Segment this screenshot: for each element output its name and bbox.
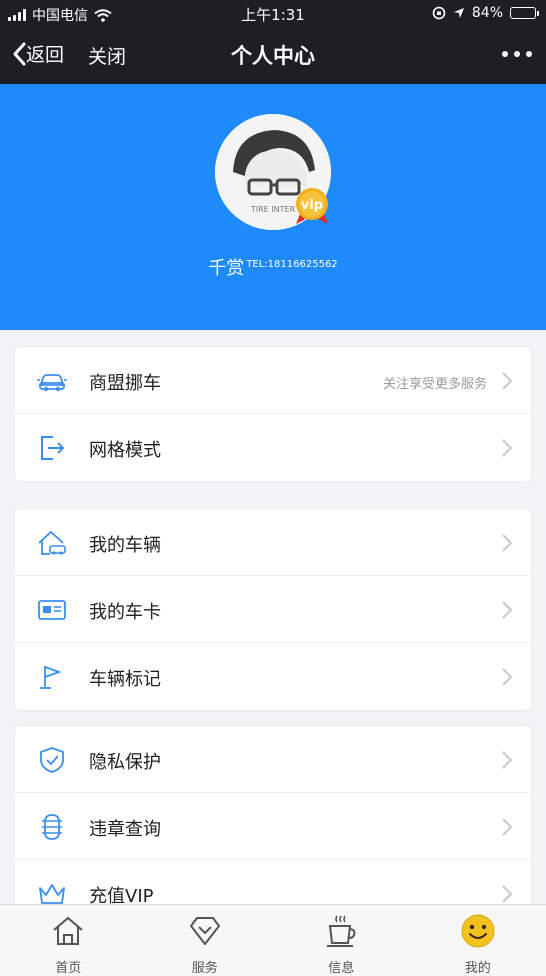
tab-label: 首页 <box>55 961 82 976</box>
exit-icon <box>41 436 65 460</box>
user-name-text: 千赏 <box>208 258 245 279</box>
menu-item-label: 我的车辆 <box>89 535 161 556</box>
tab-label: 信息 <box>328 961 355 976</box>
avatar-caption: TIRE INTER <box>250 205 296 214</box>
menu-item-hint: 关注享受更多服务 <box>382 377 487 392</box>
menu-item-grid-mode[interactable]: 网格模式 <box>15 414 531 481</box>
menu-item-privacy[interactable]: 隐私保护 <box>15 726 531 793</box>
menu-item-label: 网格模式 <box>89 440 161 461</box>
menu-group-3: 隐私保护 违章查询 充值VIP <box>14 725 532 915</box>
card-icon <box>38 600 66 620</box>
user-tel: TEL:18116625562 <box>246 259 338 270</box>
shield-icon <box>40 747 64 773</box>
chevron-right-icon <box>502 668 513 686</box>
menu-item-label: 车辆标记 <box>89 669 161 690</box>
orientation-lock-icon <box>432 6 446 20</box>
diamond-icon <box>189 917 220 945</box>
menu-item-violation-query[interactable]: 违章查询 <box>15 793 531 860</box>
status-bar: 中国电信 上午1:31 84% <box>0 0 546 28</box>
chevron-right-icon <box>502 885 513 903</box>
more-icon[interactable] <box>502 42 532 66</box>
tab-bar: 首页 服务 信息 我的 <box>0 904 546 976</box>
tab-label: 我的 <box>464 961 491 976</box>
nav-bar: 返回 关闭 个人中心 <box>0 28 546 84</box>
chevron-right-icon <box>502 601 513 619</box>
menu-item-my-car-card[interactable]: 我的车卡 <box>15 576 531 643</box>
menu-item-label: 商盟挪车 <box>89 373 161 394</box>
chevron-right-icon <box>502 751 513 769</box>
chevron-right-icon <box>502 439 513 457</box>
battery-icon <box>510 7 539 19</box>
tab-messages[interactable]: 信息 <box>273 905 410 976</box>
menu-item-vehicle-mark[interactable]: 车辆标记 <box>15 643 531 710</box>
menu-item-label: 隐私保护 <box>89 752 161 773</box>
vip-badge-icon: vip <box>296 188 328 224</box>
tab-service[interactable]: 服务 <box>137 905 274 976</box>
flag-icon <box>40 666 62 689</box>
menu-item-label: 违章查询 <box>89 819 161 840</box>
menu-group-1: 商盟挪车 关注享受更多服务 网格模式 <box>14 346 532 482</box>
menu-item-label: 我的车卡 <box>89 602 161 623</box>
tire-icon <box>42 814 62 840</box>
page-title: 个人中心 <box>231 44 315 68</box>
car-move-icon <box>37 374 67 391</box>
chevron-right-icon <box>502 372 513 390</box>
smiley-icon <box>461 914 495 948</box>
chevron-right-icon <box>502 818 513 836</box>
menu-group-2: 我的车辆 我的车卡 车辆标记 <box>14 508 532 711</box>
chevron-right-icon <box>502 534 513 552</box>
home-icon <box>53 916 83 945</box>
tab-mine[interactable]: 我的 <box>410 905 546 976</box>
battery-percent: 84% <box>471 5 503 21</box>
tab-home[interactable]: 首页 <box>0 905 137 976</box>
profile-header: TIRE INTER vip 千赏 TEL:18116625562 <box>0 84 546 330</box>
vip-badge-text: vip <box>301 198 323 213</box>
user-name: 千赏 TEL:18116625562 <box>0 254 546 280</box>
car-home-icon <box>38 530 66 555</box>
menu-item-merchant-car-move[interactable]: 商盟挪车 关注享受更多服务 <box>15 347 531 414</box>
location-icon <box>453 8 464 18</box>
menu-item-my-vehicles[interactable]: 我的车辆 <box>15 509 531 576</box>
tab-label: 服务 <box>191 961 218 976</box>
coffee-icon <box>327 915 356 947</box>
top-bar: 中国电信 上午1:31 84% 返回 关闭 个人中心 <box>0 0 546 84</box>
